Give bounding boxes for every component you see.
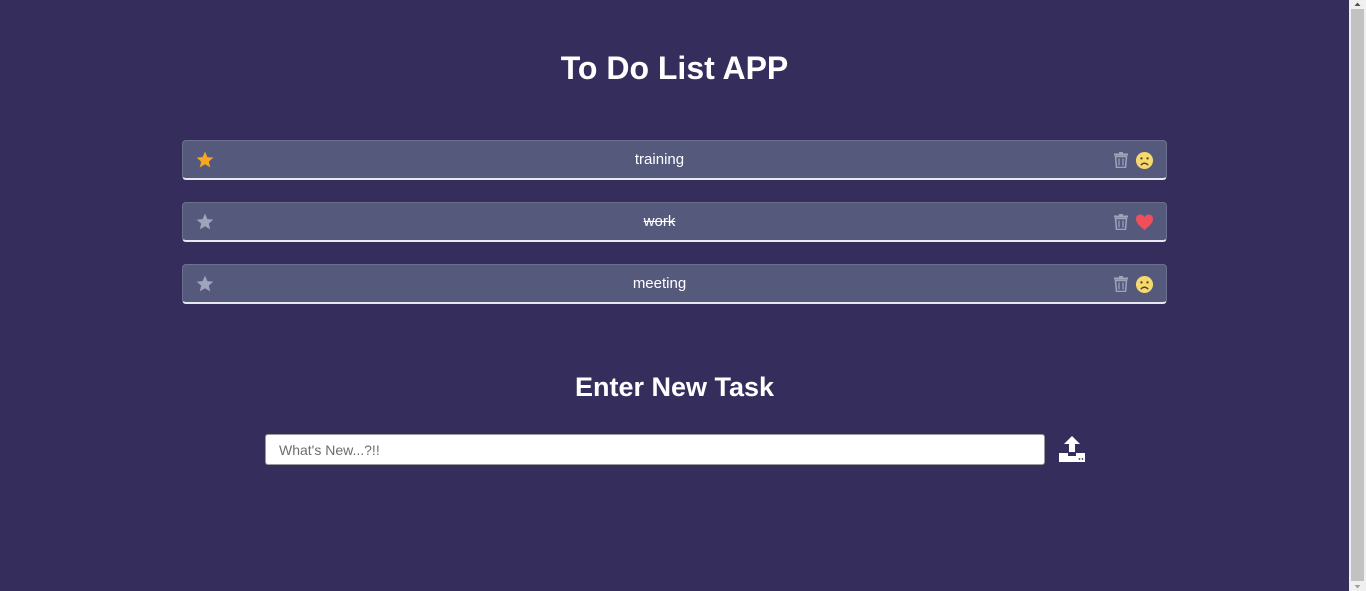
scroll-down-arrow-icon[interactable] xyxy=(1349,582,1366,591)
star-icon[interactable] xyxy=(195,150,215,170)
trash-icon[interactable] xyxy=(1114,214,1128,230)
page: To Do List APP training work meeting Ent… xyxy=(0,0,1349,591)
app-title: To Do List APP xyxy=(560,50,789,86)
scrollbar-thumb[interactable] xyxy=(1351,9,1364,581)
task-row: training xyxy=(182,140,1167,180)
trash-icon[interactable] xyxy=(1114,276,1128,292)
star-icon[interactable] xyxy=(195,212,215,232)
sad-face-icon[interactable] xyxy=(1135,151,1154,170)
task-row: meeting xyxy=(182,264,1167,304)
star-icon[interactable] xyxy=(195,274,215,294)
heart-icon[interactable] xyxy=(1135,213,1154,232)
task-list: training work meeting xyxy=(182,140,1167,326)
sad-face-icon[interactable] xyxy=(1135,275,1154,294)
task-text[interactable]: work xyxy=(223,213,1096,231)
new-task-heading: Enter New Task xyxy=(574,372,775,402)
scroll-up-arrow-icon[interactable] xyxy=(1349,0,1366,9)
upload-icon[interactable] xyxy=(1058,435,1086,463)
new-task-input[interactable] xyxy=(265,434,1045,465)
task-text[interactable]: meeting xyxy=(223,275,1096,293)
trash-icon[interactable] xyxy=(1114,152,1128,168)
task-text[interactable]: training xyxy=(223,151,1096,169)
task-row: work xyxy=(182,202,1167,242)
vertical-scrollbar[interactable] xyxy=(1349,0,1366,591)
